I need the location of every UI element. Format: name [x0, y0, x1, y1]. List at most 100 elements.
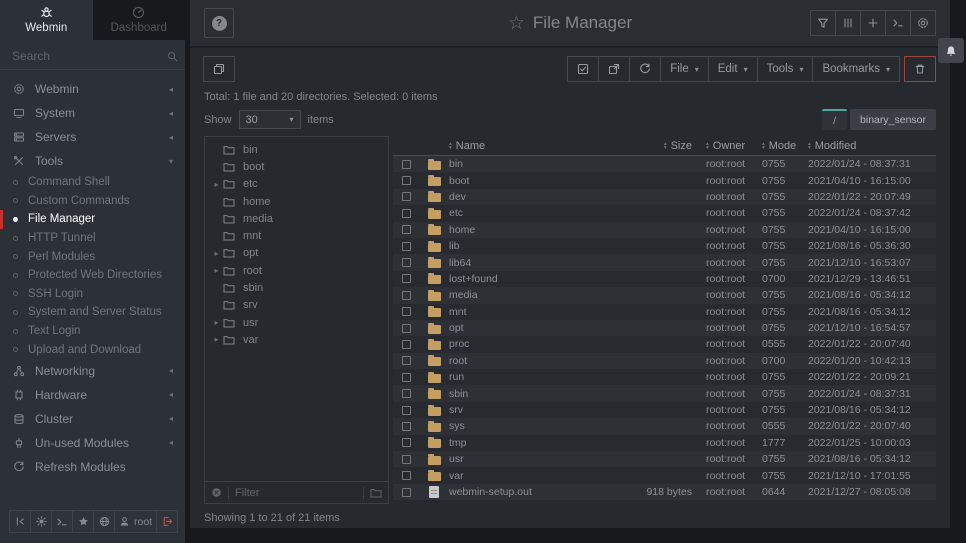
breadcrumb-root[interactable]: / — [822, 109, 847, 130]
row-checkbox[interactable] — [402, 324, 411, 333]
sidebar-item-refresh-modules[interactable]: Refresh Modules — [0, 455, 185, 479]
row-checkbox[interactable] — [402, 438, 411, 447]
row-checkbox[interactable] — [402, 225, 411, 234]
tree-item-var[interactable]: ▸var — [205, 331, 388, 348]
favorite-star-icon[interactable]: ☆ — [508, 12, 525, 35]
expand-arrow-icon[interactable]: ▸ — [210, 249, 223, 258]
tree-item-etc[interactable]: ▸etc — [205, 176, 388, 193]
tab-dashboard[interactable]: Dashboard — [93, 0, 186, 40]
sidebar-item-networking[interactable]: Networking◂ — [0, 359, 185, 383]
collapse-button[interactable] — [9, 510, 31, 533]
table-row[interactable]: runroot:root07552022/01/22 - 20:09:21 — [393, 369, 936, 385]
table-row[interactable]: sbinroot:root07552022/01/24 - 08:37:31 — [393, 385, 936, 401]
sidebar-item-upload-and-download[interactable]: Upload and Download — [0, 340, 185, 359]
tree-item-boot[interactable]: boot — [205, 158, 388, 175]
table-row[interactable]: mntroot:root07552021/08/16 - 05:34:12 — [393, 304, 936, 320]
tree-item-mnt[interactable]: mnt — [205, 227, 388, 244]
row-checkbox[interactable] — [402, 242, 411, 251]
row-checkbox[interactable] — [402, 356, 411, 365]
table-row[interactable]: varroot:root07552021/12/10 - 17:01:55 — [393, 467, 936, 483]
sidebar-item-webmin[interactable]: Webmin◂ — [0, 77, 185, 101]
row-checkbox[interactable] — [402, 307, 411, 316]
menu-file[interactable]: File▾ — [660, 56, 709, 82]
select-all-button[interactable] — [567, 56, 599, 82]
expand-arrow-icon[interactable]: ▸ — [210, 266, 223, 275]
filter-input[interactable] — [235, 487, 357, 499]
terminal-button[interactable] — [51, 510, 73, 533]
column-header-modified[interactable]: ▴▾Modified — [808, 140, 936, 152]
plus-button[interactable] — [860, 10, 886, 36]
row-checkbox[interactable] — [402, 160, 411, 169]
table-row[interactable]: devroot:root07552022/01/22 - 20:07:49 — [393, 189, 936, 205]
row-checkbox[interactable] — [402, 389, 411, 398]
sidebar-item-http-tunnel[interactable]: HTTP Tunnel — [0, 229, 185, 248]
sidebar-item-hardware[interactable]: Hardware◂ — [0, 383, 185, 407]
table-row[interactable]: mediaroot:root07552021/08/16 - 05:34:12 — [393, 287, 936, 303]
table-row[interactable]: procroot:root05552022/01/22 - 20:07:40 — [393, 336, 936, 352]
row-checkbox[interactable] — [402, 373, 411, 382]
table-row[interactable]: binroot:root07552022/01/24 - 08:37:31 — [393, 156, 936, 172]
menu-bookmarks[interactable]: Bookmarks▾ — [812, 56, 900, 82]
expand-arrow-icon[interactable]: ▸ — [210, 180, 223, 189]
sidebar-item-un-used-modules[interactable]: Un-used Modules◂ — [0, 431, 185, 455]
sidebar-item-system-and-server-status[interactable]: System and Server Status — [0, 303, 185, 322]
row-checkbox[interactable] — [402, 176, 411, 185]
sidebar-item-text-login[interactable]: Text Login — [0, 322, 185, 341]
table-row[interactable]: tmproot:root17772022/01/25 - 10:00:03 — [393, 435, 936, 451]
tree-item-root[interactable]: ▸root — [205, 262, 388, 279]
table-row[interactable]: bootroot:root07552021/04/10 - 16:15:00 — [393, 172, 936, 188]
user-button[interactable]: root — [114, 510, 157, 533]
help-button[interactable]: ? — [204, 8, 234, 38]
row-checkbox[interactable] — [402, 471, 411, 480]
show-entries-select[interactable]: 30 ▾ — [239, 110, 301, 129]
sun-button[interactable] — [30, 510, 52, 533]
table-row[interactable]: etcroot:root07552022/01/24 - 08:37:42 — [393, 205, 936, 221]
tree-item-bin[interactable]: bin — [205, 141, 388, 158]
row-checkbox[interactable] — [402, 488, 411, 497]
expand-arrow-icon[interactable]: ▸ — [210, 335, 223, 344]
row-checkbox[interactable] — [402, 209, 411, 218]
switch-view-button[interactable] — [203, 56, 235, 82]
search-input[interactable] — [12, 49, 167, 63]
folder-icon[interactable] — [370, 488, 382, 498]
sidebar-item-tools[interactable]: Tools▾ — [0, 149, 185, 173]
breadcrumb-current[interactable]: binary_sensor — [850, 109, 936, 130]
tab-webmin[interactable]: Webmin — [0, 0, 93, 40]
sidebar-item-protected-web-directories[interactable]: Protected Web Directories — [0, 266, 185, 285]
row-checkbox[interactable] — [402, 406, 411, 415]
star-button[interactable] — [72, 510, 94, 533]
sidebar-item-ssh-login[interactable]: SSH Login — [0, 285, 185, 304]
tree-item-opt[interactable]: ▸opt — [205, 245, 388, 262]
column-header-name[interactable]: ▴▾Name — [449, 140, 611, 152]
delete-button[interactable] — [904, 56, 936, 82]
sidebar-item-custom-commands[interactable]: Custom Commands — [0, 192, 185, 211]
column-header-size[interactable]: ▴▾Size — [611, 140, 706, 152]
table-row[interactable]: homeroot:root07552021/04/10 - 16:15:00 — [393, 222, 936, 238]
menu-tools[interactable]: Tools▾ — [757, 56, 814, 82]
row-checkbox[interactable] — [402, 455, 411, 464]
table-row[interactable]: lib64root:root07552021/12/10 - 16:53:07 — [393, 254, 936, 270]
logout-button[interactable] — [156, 510, 178, 533]
columns-button[interactable] — [835, 10, 861, 36]
funnel-button[interactable] — [810, 10, 836, 36]
sidebar-item-servers[interactable]: Servers◂ — [0, 125, 185, 149]
open-new-button[interactable] — [598, 56, 630, 82]
column-header-mode[interactable]: ▴▾Mode — [762, 140, 808, 152]
menu-edit[interactable]: Edit▾ — [708, 56, 758, 82]
globe-button[interactable] — [93, 510, 115, 533]
row-checkbox[interactable] — [402, 192, 411, 201]
sidebar-item-perl-modules[interactable]: Perl Modules — [0, 247, 185, 266]
clear-filter-icon[interactable] — [211, 487, 222, 498]
table-row[interactable]: usrroot:root07552021/08/16 - 05:34:12 — [393, 451, 936, 467]
terminal-button[interactable] — [885, 10, 911, 36]
gear-button[interactable] — [910, 10, 936, 36]
table-row[interactable]: webmin-setup.out918 bytesroot:root064420… — [393, 484, 936, 500]
row-checkbox[interactable] — [402, 258, 411, 267]
tree-item-sbin[interactable]: sbin — [205, 279, 388, 296]
row-checkbox[interactable] — [402, 274, 411, 283]
sidebar-item-command-shell[interactable]: Command Shell — [0, 173, 185, 192]
sidebar-item-cluster[interactable]: Cluster◂ — [0, 407, 185, 431]
tree-item-media[interactable]: media — [205, 210, 388, 227]
expand-arrow-icon[interactable]: ▸ — [210, 318, 223, 327]
row-checkbox[interactable] — [402, 340, 411, 349]
